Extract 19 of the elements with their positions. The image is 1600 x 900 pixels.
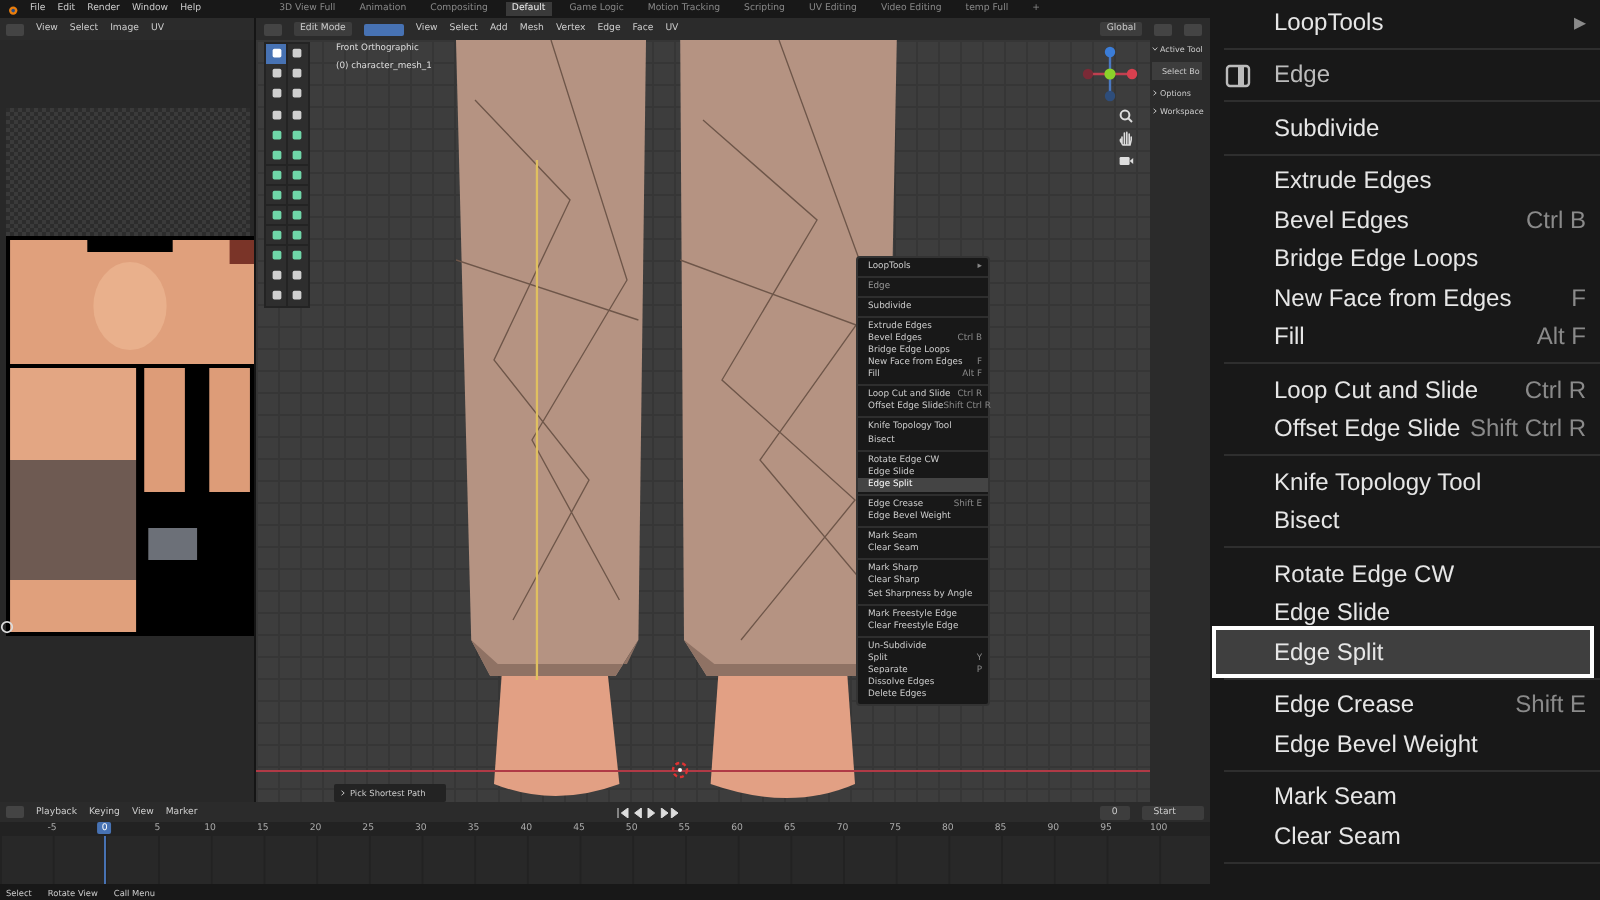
menu-item[interactable]: Offset Edge Slide Shift Ctrl R (1210, 409, 1600, 448)
menu-item[interactable]: Bevel Edges Ctrl B (1210, 200, 1600, 239)
menu-item[interactable]: Edge Split (1212, 626, 1594, 678)
menu-header: Edge (1210, 55, 1600, 94)
menu-item[interactable]: New Face from Edges F (1210, 278, 1600, 317)
menu-item[interactable]: Mark Seam (1210, 777, 1600, 816)
menu-item[interactable]: Loop Cut and Slide Ctrl R (1210, 370, 1600, 409)
menu-item[interactable]: Fill Alt F (1210, 317, 1600, 356)
menu-item[interactable]: LoopTools ▸ (1210, 2, 1600, 41)
menu-item[interactable]: Edge Crease Shift E (1210, 685, 1600, 724)
menu-item[interactable]: Knife Topology Tool (1210, 462, 1600, 501)
menu-item[interactable]: Edge Bevel Weight (1210, 724, 1600, 763)
menu-item[interactable]: Rotate Edge CW (1210, 554, 1600, 593)
menu-item[interactable]: Bridge Edge Loops (1210, 239, 1600, 278)
menu-item[interactable]: Edge Slide (1210, 593, 1600, 632)
menu-item[interactable]: Clear Seam (1210, 816, 1600, 855)
menu-item[interactable]: Extrude Edges (1210, 161, 1600, 200)
menu-item[interactable]: Subdivide (1210, 108, 1600, 147)
menu-item[interactable]: Bisect (1210, 501, 1600, 540)
